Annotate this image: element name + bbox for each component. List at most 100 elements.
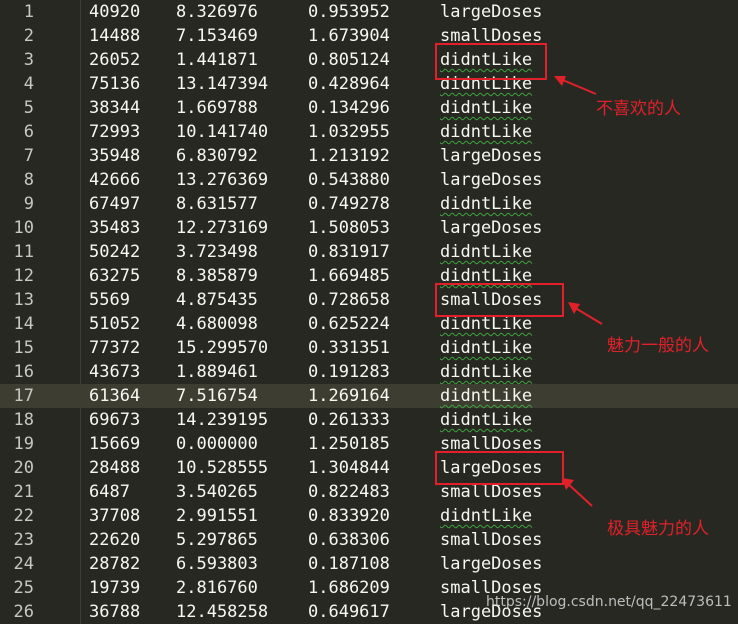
editor-line[interactable]: 19 15669 0.000000 1.250185 smallDoses [0, 432, 738, 456]
editor-line[interactable]: 6 72993 10.141740 1.032955 didntLike [0, 120, 738, 144]
editor-line[interactable]: 20 28488 10.528555 1.304844 largeDoses [0, 456, 738, 480]
cell-col1: 37708 [89, 506, 141, 526]
cell-col3: 1.686209 [308, 578, 390, 598]
editor-line[interactable]: 16 43673 1.889461 0.191283 didntLike [0, 360, 738, 384]
cell-col3: 0.134296 [308, 98, 390, 118]
cell-label: largeDoses [440, 218, 543, 238]
editor-line[interactable]: 8 42666 13.276369 0.543880 largeDoses [0, 168, 738, 192]
editor-line[interactable]: 9 67497 8.631577 0.749278 didntLike [0, 192, 738, 216]
cell-col1: 38344 [89, 98, 141, 118]
cell-col2: 13.147394 [176, 74, 269, 94]
editor-line[interactable]: 17 61364 7.516754 1.269164 didntLike [0, 384, 738, 408]
cell-col3: 0.428964 [308, 74, 390, 94]
cell-label: largeDoses [440, 2, 543, 22]
cell-col2: 1.669788 [176, 98, 258, 118]
editor-line[interactable]: 10 35483 12.273169 1.508053 largeDoses [0, 216, 738, 240]
cell-col2: 2.991551 [176, 506, 258, 526]
cell-col1: 22620 [89, 530, 141, 550]
editor-line[interactable]: 21 6487 3.540265 0.822483 smallDoses [0, 480, 738, 504]
cell-col3: 0.543880 [308, 170, 390, 190]
editor-line[interactable]: 13 5569 4.875435 0.728658 smallDoses [0, 288, 738, 312]
cell-col1: 43673 [89, 362, 141, 382]
cell-col2: 12.458258 [176, 602, 269, 622]
line-number: 3 [23, 50, 34, 70]
cell-col2: 5.297865 [176, 530, 258, 550]
cell-col2: 3.723498 [176, 242, 258, 262]
cell-col1: 40920 [89, 2, 141, 22]
line-number: 25 [13, 578, 34, 598]
editor-line[interactable]: 24 28782 6.593803 0.187108 largeDoses [0, 552, 738, 576]
line-number: 11 [13, 242, 34, 262]
cell-col3: 0.331351 [308, 338, 390, 358]
cell-label: largeDoses [440, 554, 543, 574]
cell-col2: 10.528555 [176, 458, 269, 478]
line-number: 12 [13, 266, 34, 286]
cell-label: didntLike [440, 338, 533, 358]
line-number: 7 [23, 146, 34, 166]
cell-col3: 1.508053 [308, 218, 390, 238]
cell-col3: 0.822483 [308, 482, 390, 502]
cell-col3: 0.625224 [308, 314, 390, 334]
cell-col3: 0.728658 [308, 290, 390, 310]
editor-line[interactable]: 11 50242 3.723498 0.831917 didntLike [0, 240, 738, 264]
line-number: 21 [13, 482, 34, 502]
line-number: 2 [23, 26, 34, 46]
editor-line[interactable]: 4 75136 13.147394 0.428964 didntLike [0, 72, 738, 96]
arrow-icon-didntlike [554, 76, 597, 95]
editor-line[interactable]: 18 69673 14.239195 0.261333 didntLike [0, 408, 738, 432]
watermark: https://blog.csdn.net/qq_22473611 [486, 594, 732, 610]
cell-col3: 0.261333 [308, 410, 390, 430]
cell-col1: 36788 [89, 602, 141, 622]
cell-col2: 10.141740 [176, 122, 269, 142]
line-number: 4 [23, 74, 34, 94]
annotation-smalldoses: 魅力一般的人 [607, 336, 709, 356]
cell-col1: 19739 [89, 578, 141, 598]
cell-col2: 7.153469 [176, 26, 258, 46]
line-number: 18 [13, 410, 34, 430]
cell-col1: 75136 [89, 74, 141, 94]
line-number: 22 [13, 506, 34, 526]
cell-col1: 35948 [89, 146, 141, 166]
line-number: 8 [23, 170, 34, 190]
cell-col2: 15.299570 [176, 338, 269, 358]
cell-col2: 1.889461 [176, 362, 258, 382]
cell-col3: 0.953952 [308, 2, 390, 22]
cell-col2: 14.239195 [176, 410, 269, 430]
cell-col1: 28782 [89, 554, 141, 574]
cell-label: didntLike [440, 386, 533, 406]
cell-col2: 0.000000 [176, 434, 258, 454]
line-number: 9 [23, 194, 34, 214]
cell-col3: 0.649617 [308, 602, 390, 622]
editor-line[interactable]: 12 63275 8.385879 1.669485 didntLike [0, 264, 738, 288]
cell-col3: 1.673904 [308, 26, 390, 46]
line-number: 14 [13, 314, 34, 334]
editor-line[interactable]: 2 14488 7.153469 1.673904 smallDoses [0, 24, 738, 48]
cell-col1: 69673 [89, 410, 141, 430]
cell-col2: 2.816760 [176, 578, 258, 598]
cell-col1: 67497 [89, 194, 141, 214]
cell-label: didntLike [440, 194, 533, 214]
cell-col1: 72993 [89, 122, 141, 142]
editor-line[interactable]: 1 40920 8.326976 0.953952 largeDoses [0, 0, 738, 24]
cell-col2: 7.516754 [176, 386, 258, 406]
line-number: 26 [13, 602, 34, 622]
text-editor[interactable]: 1 40920 8.326976 0.953952 largeDoses 2 14488 7.… [0, 0, 738, 624]
cell-label: didntLike [440, 362, 533, 382]
highlight-box-didntlike [435, 43, 547, 80]
highlight-box-smalldoses [435, 283, 564, 317]
line-number: 17 [13, 386, 34, 406]
annotation-didntlike: 不喜欢的人 [596, 99, 681, 119]
cell-col3: 0.805124 [308, 50, 390, 70]
cell-col3: 1.669485 [308, 266, 390, 286]
editor-line[interactable]: 3 26052 1.441871 0.805124 didntLike [0, 48, 738, 72]
cell-col2: 8.385879 [176, 266, 258, 286]
cell-col2: 12.273169 [176, 218, 269, 238]
cell-col3: 0.191283 [308, 362, 390, 382]
cell-label: didntLike [440, 122, 533, 142]
cell-col3: 1.269164 [308, 386, 390, 406]
line-number: 19 [13, 434, 34, 454]
line-number: 24 [13, 554, 34, 574]
line-number: 20 [13, 458, 34, 478]
editor-line[interactable]: 7 35948 6.830792 1.213192 largeDoses [0, 144, 738, 168]
annotation-largedoses: 极具魅力的人 [607, 519, 709, 539]
